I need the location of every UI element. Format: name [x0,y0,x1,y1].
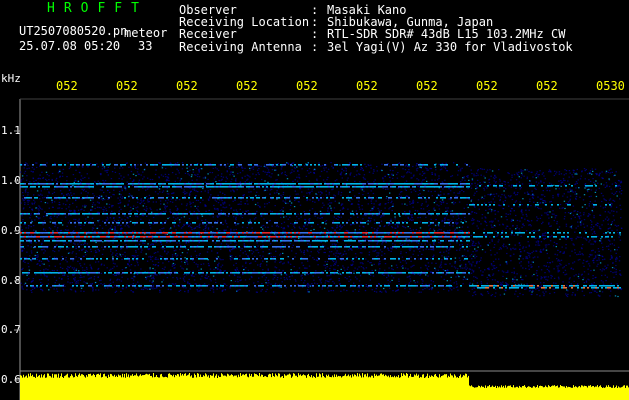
amplitude-trace [20,373,629,400]
spectrogram-plot [14,98,629,400]
y-tick-marks [14,130,20,381]
spectrogram-noise [20,162,623,298]
hrofft-window: HROFFT UT2507080520.pn meteor 25.07.08 0… [0,0,629,400]
